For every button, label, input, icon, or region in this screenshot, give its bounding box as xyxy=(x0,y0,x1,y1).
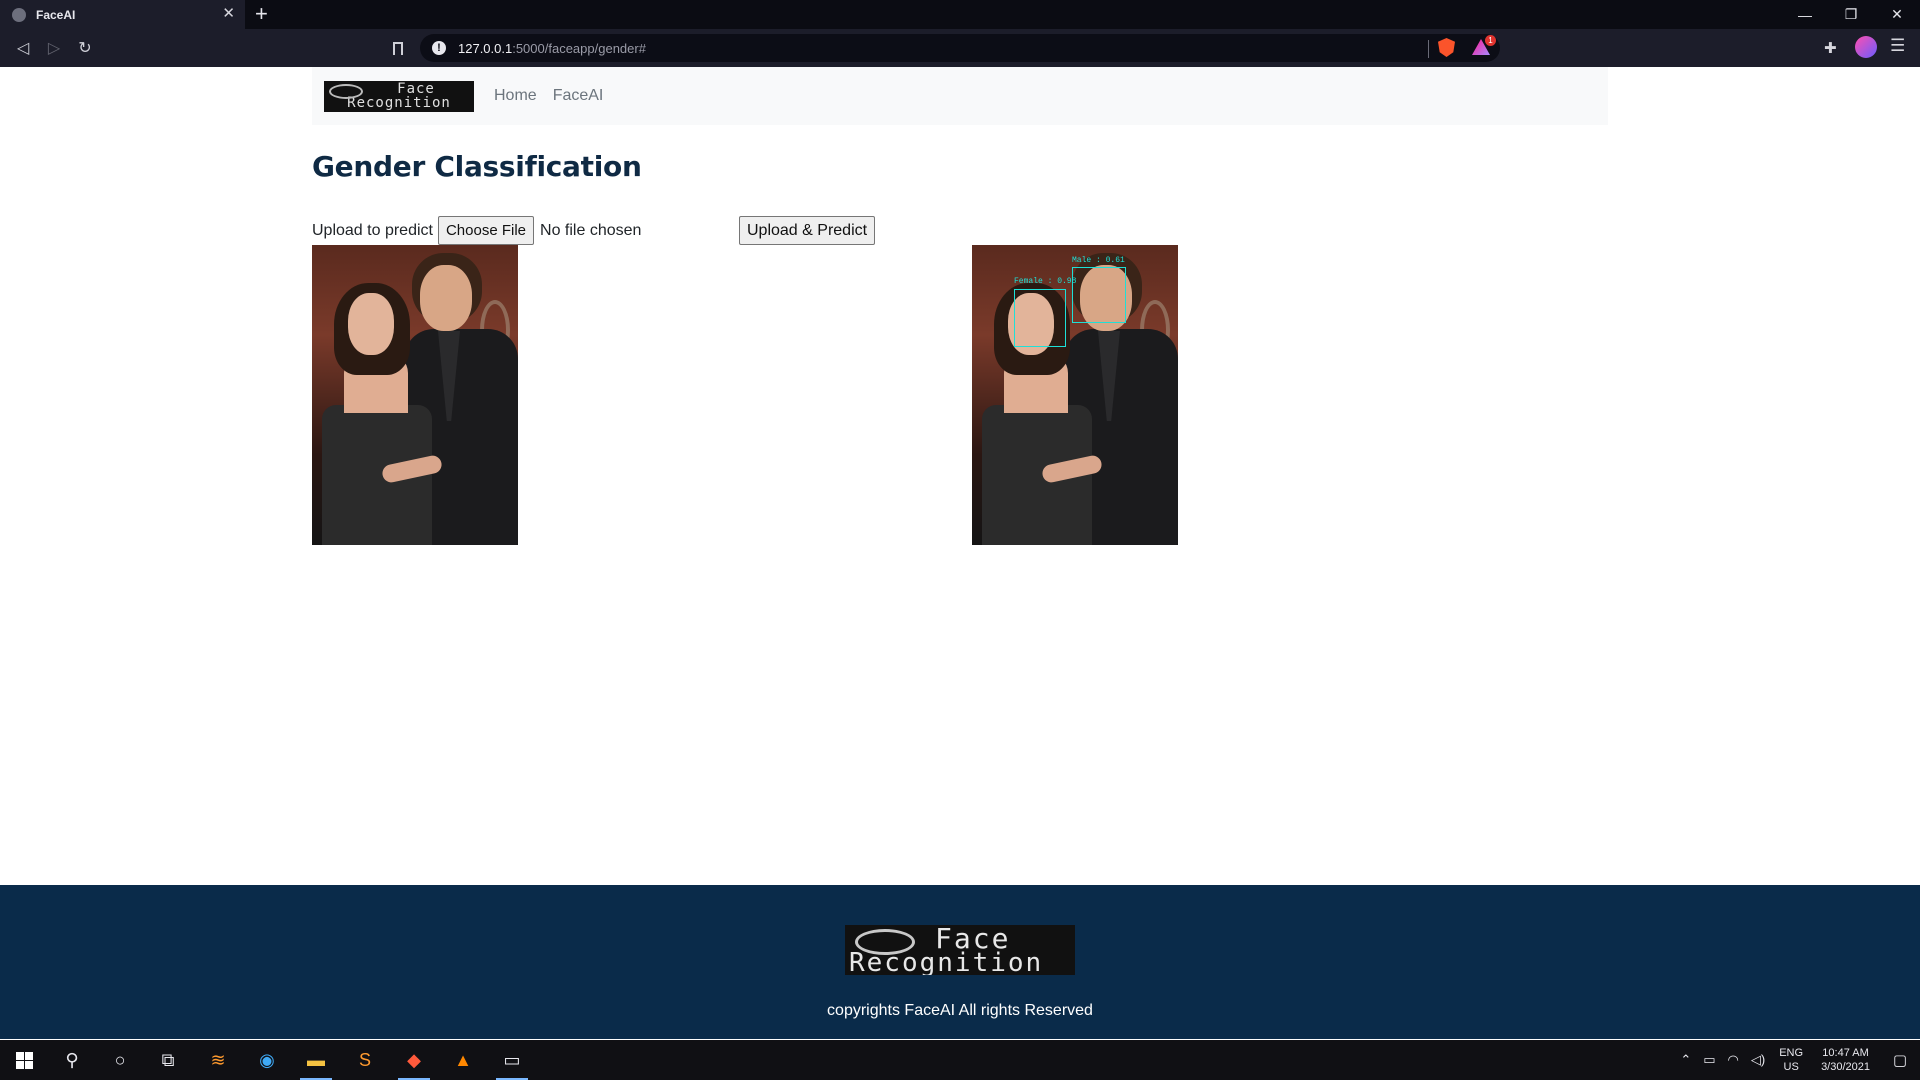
search-icon[interactable]: ⚲ xyxy=(48,1040,96,1080)
language-indicator[interactable]: ENG US xyxy=(1779,1046,1803,1074)
face-box-male xyxy=(1072,267,1126,323)
browser-tabstrip: FaceAI ✕ + — ❐ ✕ xyxy=(0,0,1920,29)
vlc-icon[interactable]: ▲ xyxy=(439,1040,487,1080)
chevron-up-icon[interactable]: ⌃ xyxy=(1680,1052,1691,1068)
reload-icon[interactable]: ↻ xyxy=(74,37,96,59)
footer-logo: Face Recognition xyxy=(845,925,1075,975)
toolbar-divider xyxy=(1428,40,1429,58)
globe-icon xyxy=(329,83,363,99)
back-icon[interactable]: ◁ xyxy=(12,37,34,59)
windows-taskbar: ⚲ ○ ⧉ ≋ ◉ ▬ S ◆ ▲ ▭ ⌃ ▭ ◠ ◁) ENG US 10:4… xyxy=(0,1040,1920,1080)
navbar-logo[interactable]: Face Recognition xyxy=(324,80,474,112)
windows-start-icon[interactable] xyxy=(0,1040,48,1080)
sublime-text-icon[interactable]: S xyxy=(341,1040,389,1080)
browser-toolbar: ◁ ▷ ↻ ! 127.0.0.1:5000/faceapp/gender# 1… xyxy=(0,29,1920,67)
upload-label: Upload to predict xyxy=(312,221,433,239)
sublime-merge-icon[interactable]: ≋ xyxy=(194,1040,242,1080)
close-tab-icon[interactable]: ✕ xyxy=(222,6,235,22)
url-host: 127.0.0.1 xyxy=(458,40,513,56)
site-info-icon[interactable]: ! xyxy=(432,41,446,55)
window-controls: — ❐ ✕ xyxy=(1782,0,1920,29)
page-title: Gender Classification xyxy=(312,150,642,183)
prediction-image: Female : 0.98 Male : 0.61 xyxy=(972,245,1178,545)
choose-file-button[interactable]: Choose File xyxy=(437,216,535,245)
browser-tab[interactable]: FaceAI ✕ xyxy=(0,0,245,29)
face-box-female xyxy=(1014,289,1066,347)
notification-icon[interactable]: ▢ xyxy=(1880,1040,1920,1080)
nav-link-faceai[interactable]: FaceAI xyxy=(545,79,612,113)
system-tray: ⌃ ▭ ◠ ◁) ENG US 10:47 AM 3/30/2021 ▢ xyxy=(1674,1040,1920,1080)
task-view-icon[interactable]: ⧉ xyxy=(144,1040,192,1080)
upload-form: Upload to predict Choose File No file ch… xyxy=(312,216,641,245)
battery-icon[interactable]: ▭ xyxy=(1703,1052,1715,1068)
close-window-icon[interactable]: ✕ xyxy=(1874,0,1920,29)
new-tab-icon[interactable]: + xyxy=(255,2,268,26)
file-status: No file chosen xyxy=(540,221,642,239)
upload-predict-button[interactable]: Upload & Predict xyxy=(739,216,876,245)
file-explorer-icon[interactable]: ▬ xyxy=(292,1040,340,1080)
minimize-icon[interactable]: — xyxy=(1782,0,1828,29)
nav-link-home[interactable]: Home xyxy=(486,79,545,113)
face-label-female: Female : 0.98 xyxy=(1014,277,1077,286)
bookmark-icon[interactable] xyxy=(388,37,408,59)
forward-icon[interactable]: ▷ xyxy=(43,37,65,59)
nav-links: Home FaceAI xyxy=(486,79,611,113)
tab-title: FaceAI xyxy=(36,7,76,22)
site-footer: Face Recognition copyrights FaceAI All r… xyxy=(0,885,1920,1039)
extensions-icon[interactable]: ✚ xyxy=(1824,39,1837,57)
address-bar[interactable]: ! 127.0.0.1:5000/faceapp/gender# xyxy=(420,34,1500,62)
globe-icon xyxy=(12,7,26,22)
rewards-badge: 1 xyxy=(1485,35,1496,46)
menu-icon[interactable]: ☰ xyxy=(1890,36,1905,56)
volume-icon[interactable]: ◁) xyxy=(1751,1052,1765,1068)
site-navbar: Face Recognition Home FaceAI xyxy=(312,67,1608,125)
brave-icon[interactable]: ◆ xyxy=(390,1040,438,1080)
uploaded-image xyxy=(312,245,518,545)
face-label-male: Male : 0.61 xyxy=(1072,256,1125,265)
edge-icon[interactable]: ◉ xyxy=(243,1040,291,1080)
copyright-text: copyrights FaceAI All rights Reserved xyxy=(827,1002,1093,1019)
restore-icon[interactable]: ❐ xyxy=(1828,0,1874,29)
clock[interactable]: 10:47 AM 3/30/2021 xyxy=(1821,1046,1870,1074)
terminal-icon[interactable]: ▭ xyxy=(488,1040,536,1080)
cortana-icon[interactable]: ○ xyxy=(96,1040,144,1080)
url-path: :5000/faceapp/gender# xyxy=(512,40,646,56)
wifi-icon[interactable]: ◠ xyxy=(1728,1052,1739,1068)
profile-avatar[interactable] xyxy=(1855,36,1877,58)
